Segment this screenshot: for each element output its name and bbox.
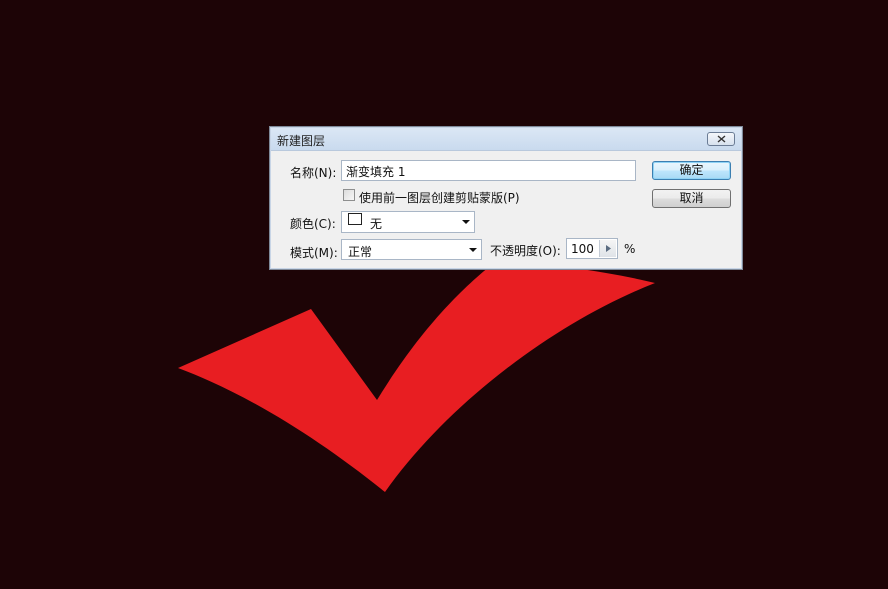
red-checkmark-shape <box>178 262 655 492</box>
chevron-down-icon <box>469 248 477 252</box>
name-label: 名称(N): <box>290 166 337 180</box>
color-value: 无 <box>370 217 383 231</box>
close-icon <box>717 135 725 143</box>
opacity-label: 不透明度(O): <box>490 244 561 258</box>
opacity-value: 100 <box>571 242 594 256</box>
mode-label: 模式(M): <box>290 246 338 260</box>
color-select[interactable]: 无 <box>341 211 475 233</box>
ok-button[interactable]: 确定 <box>652 161 731 180</box>
chevron-down-icon <box>462 220 470 224</box>
clip-mask-checkbox[interactable] <box>343 189 355 201</box>
mode-value: 正常 <box>348 245 373 259</box>
canvas-artwork <box>178 176 655 492</box>
clip-mask-label: 使用前一图层创建剪贴蒙版(P) <box>359 191 520 205</box>
color-swatch <box>348 213 362 225</box>
color-label: 颜色(C): <box>290 217 336 231</box>
triangle-right-icon <box>605 245 611 252</box>
opacity-slider-button[interactable] <box>599 240 616 257</box>
new-layer-dialog: 新建图层 名称(N): 渐变填充 1 使用前一图层创建剪贴蒙版(P) 颜色(C)… <box>269 126 743 270</box>
dialog-title: 新建图层 <box>277 134 326 148</box>
mode-select[interactable]: 正常 <box>341 239 482 260</box>
dialog-titlebar: 新建图层 <box>271 128 741 151</box>
close-button[interactable] <box>707 132 735 146</box>
name-input[interactable]: 渐变填充 1 <box>341 160 636 181</box>
cancel-button[interactable]: 取消 <box>652 189 731 208</box>
opacity-input[interactable]: 100 <box>566 238 618 259</box>
opacity-unit: % <box>624 242 636 256</box>
